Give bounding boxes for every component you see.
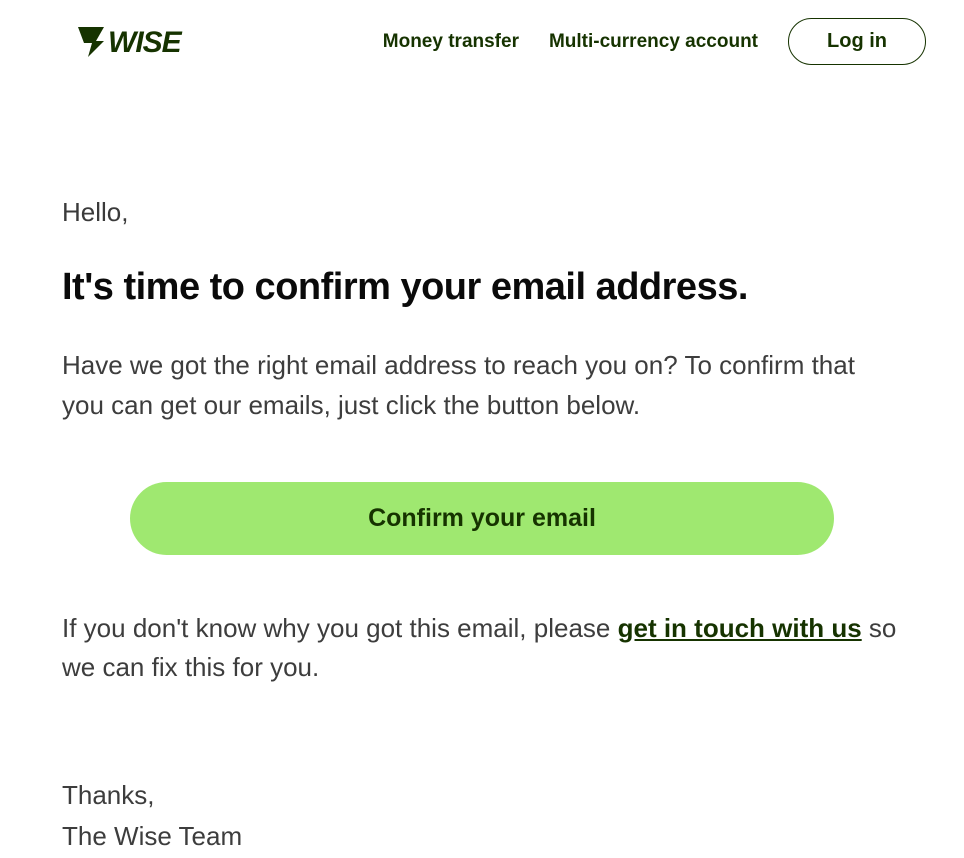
confirm-email-button[interactable]: Confirm your email [130,482,834,555]
header: WISE Money transfer Multi-currency accou… [0,0,964,65]
nav: Money transfer Multi-currency account Lo… [383,18,926,65]
thanks-text: Thanks, [62,780,155,810]
help-prefix: If you don't know why you got this email… [62,613,618,643]
wise-logo-icon: WISE [78,25,226,59]
svg-text:WISE: WISE [108,26,183,59]
help-text: If you don't know why you got this email… [62,609,902,687]
team-text: The Wise Team [62,821,242,851]
login-button[interactable]: Log in [788,18,926,65]
wise-logo[interactable]: WISE [78,25,226,59]
cta-wrap: Confirm your email [62,482,902,555]
email-content: Hello, It's time to confirm your email a… [0,65,964,858]
greeting-text: Hello, [62,197,902,228]
contact-link[interactable]: get in touch with us [618,613,862,643]
email-heading: It's time to confirm your email address. [62,266,902,309]
nav-link-multi-currency[interactable]: Multi-currency account [549,31,758,53]
signoff: Thanks, The Wise Team [62,775,902,858]
nav-link-money-transfer[interactable]: Money transfer [383,31,519,53]
email-body-text: Have we got the right email address to r… [62,345,902,426]
